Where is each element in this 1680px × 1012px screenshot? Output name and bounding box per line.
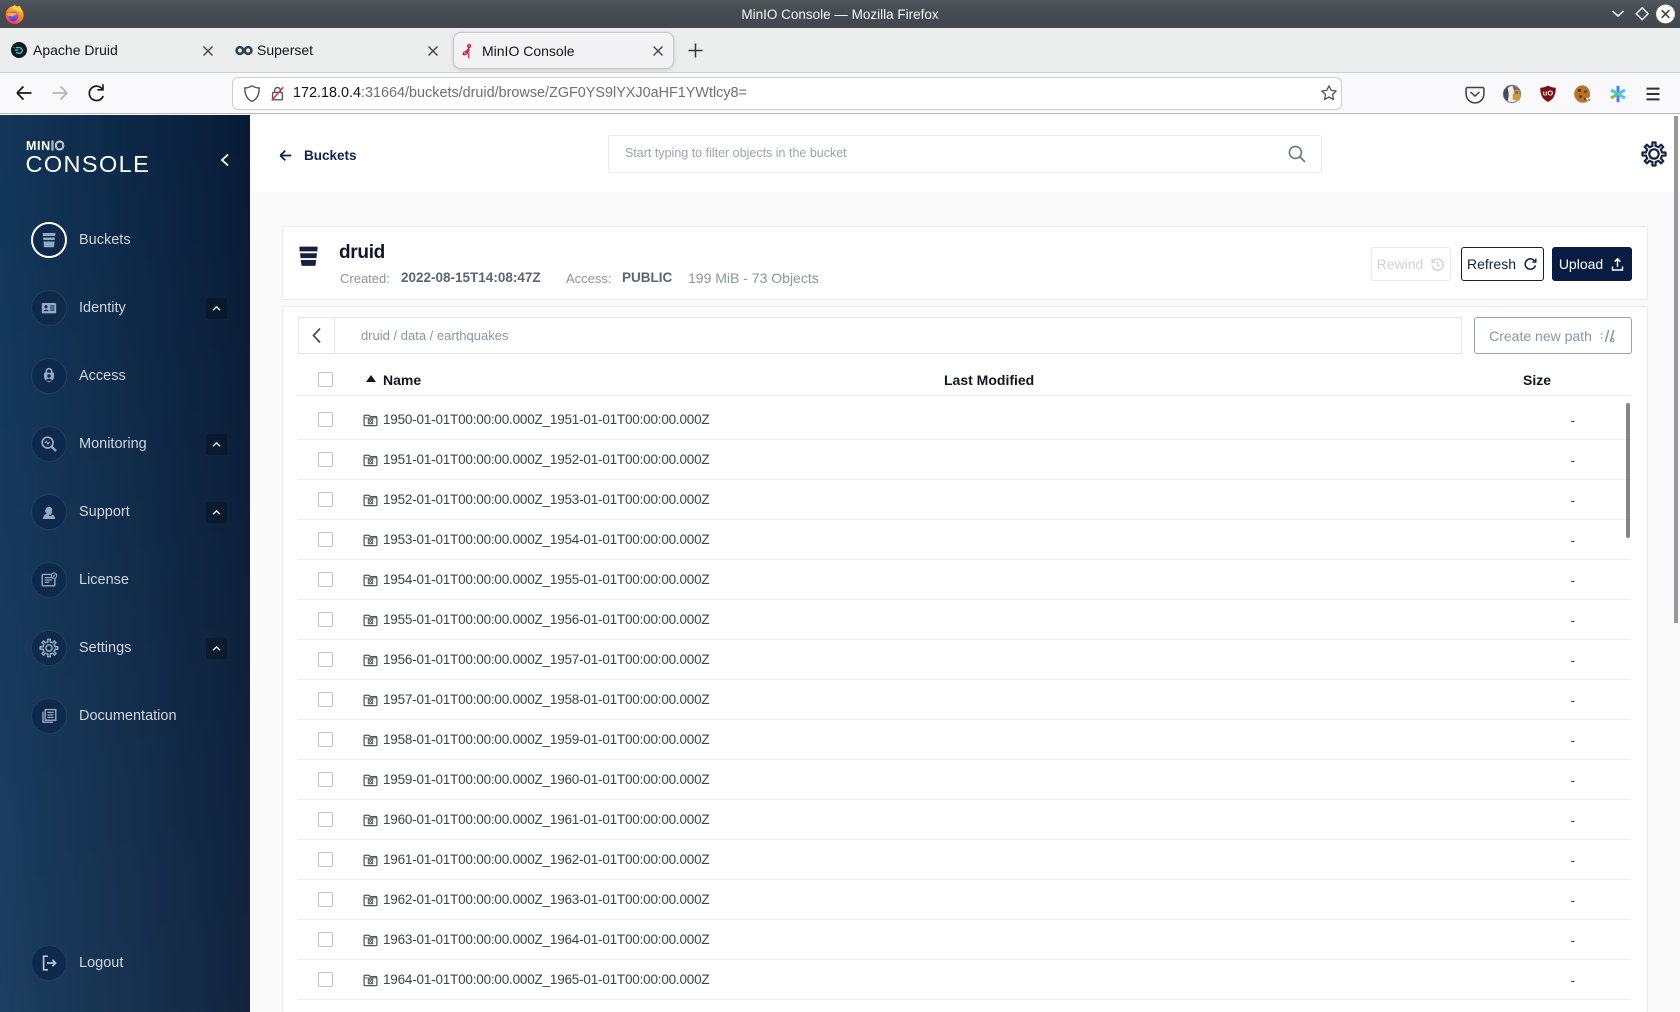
svg-text:uO: uO [1543,89,1554,98]
